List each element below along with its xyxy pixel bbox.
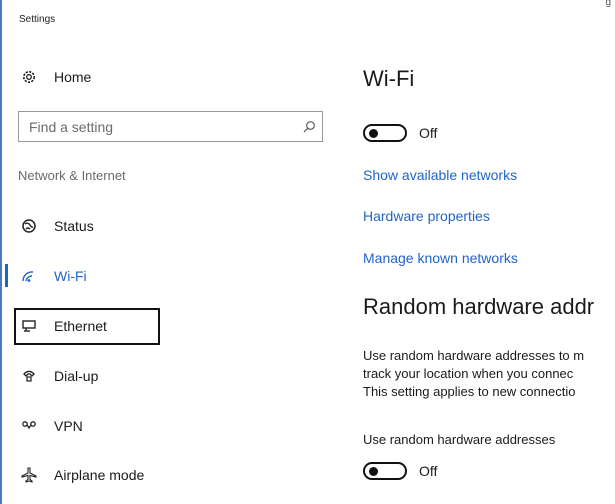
wifi-toggle[interactable] — [363, 124, 407, 142]
sidebar-item-label: Dial-up — [54, 368, 99, 384]
app-title: Settings — [19, 14, 56, 25]
nav-home[interactable]: Home — [18, 66, 91, 88]
toggle-knob — [369, 467, 378, 476]
wifi-toggle-state: Off — [419, 125, 438, 141]
search-box[interactable] — [18, 111, 323, 142]
nav-home-label: Home — [54, 69, 92, 85]
sidebar-item-vpn[interactable]: VPN — [18, 414, 83, 438]
wifi-icon — [18, 265, 40, 287]
search-icon[interactable] — [296, 112, 322, 141]
description-line: track your location when you connec — [363, 366, 574, 381]
sidebar-item-status[interactable]: Status — [18, 214, 94, 238]
gear-icon — [18, 66, 40, 88]
description-line: Use random hardware addresses to m — [363, 348, 585, 363]
sidebar-item-label: Status — [54, 218, 94, 234]
sidebar-item-ethernet[interactable]: Ethernet — [18, 314, 107, 338]
random-hardware-heading: Random hardware addr — [363, 294, 595, 319]
sidebar-item-label: Airplane mode — [54, 467, 145, 483]
hardware-properties-link[interactable]: Hardware properties — [363, 208, 490, 224]
sidebar-item-wifi[interactable]: Wi-Fi — [18, 264, 87, 288]
random-hardware-description: Use random hardware addresses to m track… — [363, 347, 584, 401]
description-line: This setting applies to new connectio — [363, 384, 576, 399]
window-left-edge — [0, 0, 2, 504]
random-hw-toggle-state: Off — [419, 463, 438, 479]
random-hardware-toggle[interactable] — [363, 462, 407, 480]
toggle-knob — [369, 129, 378, 138]
airplane-icon — [18, 464, 40, 486]
search-input[interactable] — [19, 112, 296, 141]
wifi-toggle-row: Off — [363, 122, 437, 144]
random-hw-toggle-row: Off — [363, 460, 437, 482]
sidebar-item-dial-up[interactable]: Dial-up — [18, 364, 98, 388]
random-hardware-setting-label: Use random hardware addresses — [363, 432, 556, 447]
status-globe-icon — [18, 215, 40, 237]
page-title: Wi-Fi — [363, 66, 415, 91]
selection-indicator — [5, 264, 8, 287]
manage-known-networks-link[interactable]: Manage known networks — [363, 250, 518, 266]
sidebar-item-label: Wi-Fi — [54, 268, 87, 284]
phone-icon — [18, 365, 40, 387]
section-label: Network & Internet — [18, 168, 126, 183]
show-available-networks-link[interactable]: Show available networks — [363, 167, 517, 183]
ethernet-icon — [18, 315, 40, 337]
sidebar-item-airplane-mode[interactable]: Airplane mode — [18, 463, 144, 487]
sidebar-item-label: VPN — [54, 418, 83, 434]
sidebar-item-label: Ethernet — [54, 318, 107, 334]
vpn-icon — [18, 415, 40, 437]
title-bar-fragment: g — [605, 0, 611, 8]
